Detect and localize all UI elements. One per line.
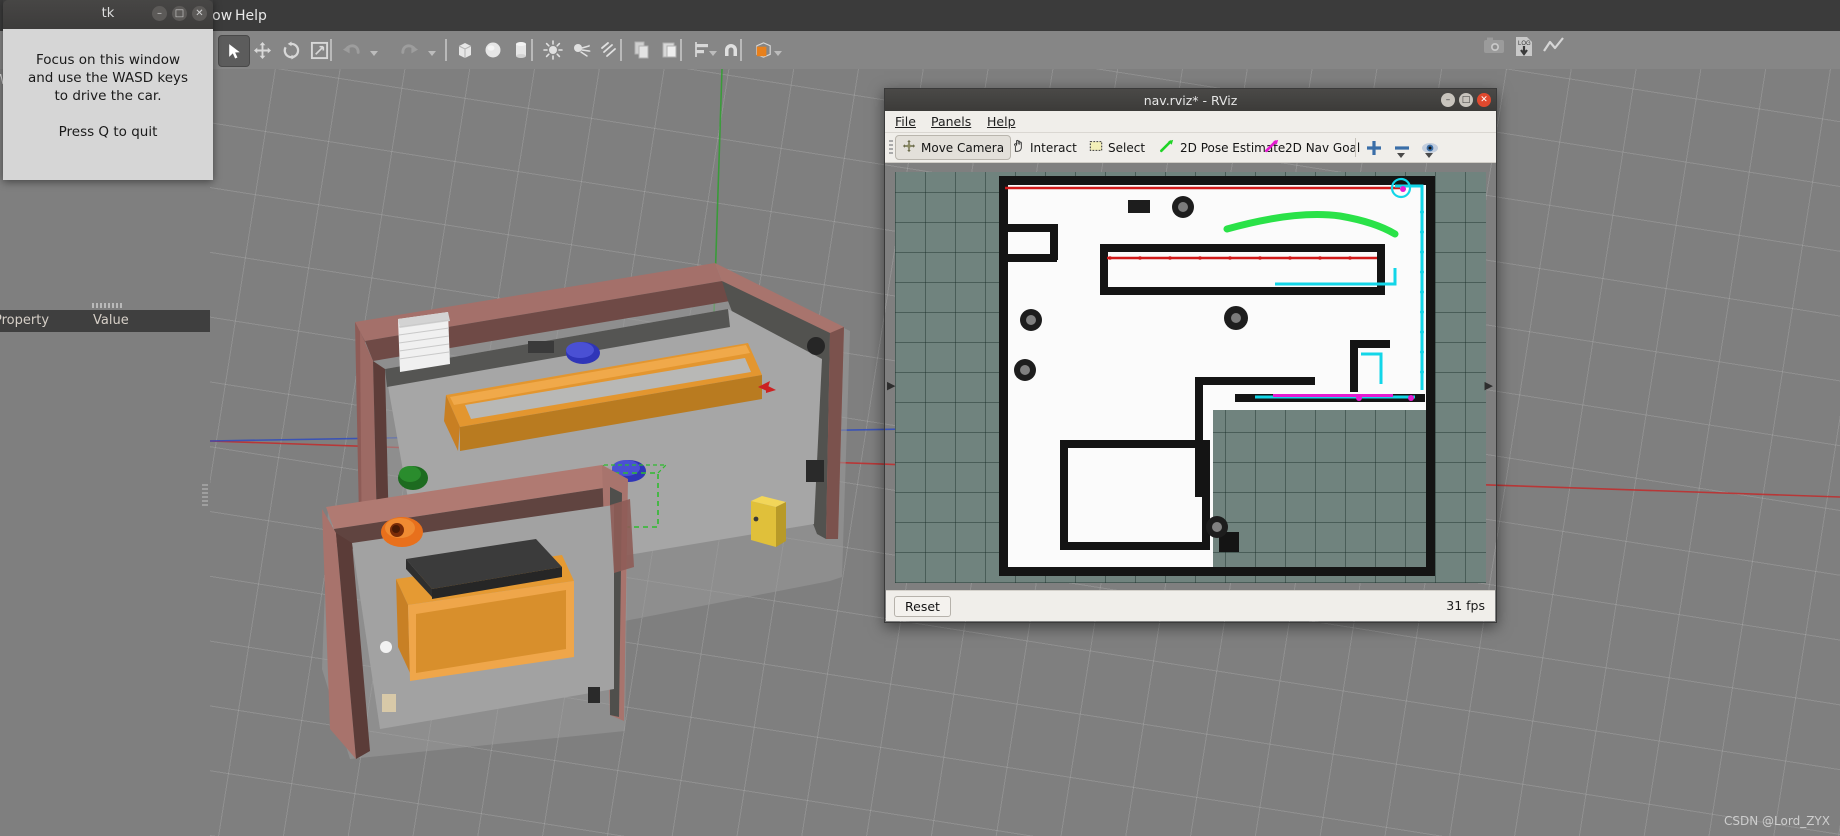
tool-2d-nav-goal-label: 2D Nav Goal [1285, 140, 1361, 155]
toolbar-drag-handle[interactable] [889, 140, 893, 156]
publish-point-icon[interactable] [1420, 138, 1440, 162]
toolbar-divider-6 [740, 39, 742, 61]
minimize-button[interactable]: – [1441, 93, 1455, 107]
toolbar-divider-1 [330, 39, 332, 61]
left-panel-expand-arrow[interactable]: ▶ [887, 379, 895, 392]
tool-interact-label: Interact [1030, 140, 1077, 155]
toolbar-divider-5 [680, 39, 682, 61]
rviz-menubar: File Panels Help [885, 111, 1496, 133]
tk-titlebar[interactable]: tk – □ ✕ [3, 0, 213, 29]
gazebo-toolbar: LOG [0, 31, 1840, 70]
rviz-menu-file[interactable]: File [895, 114, 916, 129]
gazebo-menu-help[interactable]: Help [228, 6, 274, 26]
rviz-statusbar: Reset 31 fps [886, 590, 1495, 621]
tool-select-label: Select [1108, 140, 1146, 155]
minimize-button[interactable]: – [152, 6, 167, 21]
toolbar-divider-4 [620, 39, 622, 61]
tk-line-1: Focus on this window [35, 52, 181, 68]
align-icon[interactable] [688, 35, 718, 65]
rotate-mode-icon[interactable] [276, 35, 306, 65]
spot-light-icon[interactable] [566, 35, 596, 65]
toolbar-divider-3 [531, 39, 533, 61]
view-angle-dropdown-caret[interactable] [774, 51, 782, 56]
gazebo-menubar: Edit Camera View Window Help [0, 0, 1840, 31]
tk-line-2: and use the WASD keys [27, 70, 189, 87]
measure-dropdown-caret[interactable] [1397, 153, 1405, 158]
select-mode-icon[interactable] [218, 35, 250, 67]
toolbar-divider [1355, 138, 1356, 157]
toolbar-divider-2 [445, 39, 447, 61]
close-button[interactable]: ✕ [192, 6, 207, 21]
rviz-menu-panels[interactable]: Panels [931, 114, 971, 129]
rviz-menu-help[interactable]: Help [987, 114, 1016, 129]
reset-button[interactable]: Reset [894, 596, 951, 617]
tk-window-controls: – □ ✕ [152, 6, 207, 21]
copy-icon[interactable] [627, 35, 657, 65]
undo-dropdown-caret[interactable] [370, 51, 378, 56]
rviz-toolbar: Move Camera Interact Select 2D Pose Esti… [885, 133, 1496, 163]
undo-icon[interactable] [336, 35, 366, 65]
occupancy-map [999, 176, 1435, 576]
publish-point-dropdown-caret[interactable] [1425, 153, 1433, 158]
panel-resize-handle[interactable] [202, 484, 208, 506]
insert-sphere-icon[interactable] [478, 35, 508, 65]
right-panel-expand-arrow[interactable]: ▶ [1485, 379, 1493, 392]
insert-box-icon[interactable] [450, 35, 480, 65]
property-value-header: Property Value [0, 310, 210, 332]
tk-instructions: Focus on this window and use the WASD ke… [3, 29, 213, 180]
tool-move-camera[interactable]: Move Camera [895, 135, 1012, 160]
focus-camera-icon[interactable] [1364, 138, 1384, 162]
magenta-arrow-icon [1264, 139, 1280, 156]
tool-interact[interactable]: Interact [1005, 136, 1083, 159]
rviz-3d-canvas[interactable] [895, 172, 1486, 583]
log-record-icon[interactable]: LOG [1512, 35, 1536, 65]
tool-select[interactable]: Select [1083, 136, 1151, 159]
gazebo-left-panel: World Property Value [0, 69, 210, 836]
move-camera-icon [902, 139, 916, 156]
tk-line-3: to drive the car. [54, 88, 162, 105]
plot-icon[interactable] [1542, 35, 1566, 65]
rviz-window-controls: – □ ✕ [1441, 93, 1491, 107]
rviz-window-title: nav.rviz* - RViz [1143, 93, 1238, 108]
maximize-button[interactable]: □ [1459, 93, 1473, 107]
view-angle-icon[interactable] [748, 35, 778, 65]
tk-teleop-window[interactable]: tk – □ ✕ Focus on this window and use th… [3, 0, 213, 180]
measure-icon[interactable] [1392, 138, 1412, 162]
panel-splitter-grip[interactable] [92, 303, 122, 308]
watermark: CSDN @Lord_ZYX [1724, 814, 1830, 828]
tool-move-camera-label: Move Camera [921, 140, 1005, 155]
tool-2d-nav-goal[interactable]: 2D Nav Goal [1258, 136, 1366, 159]
point-light-icon[interactable] [538, 35, 568, 65]
rviz-titlebar[interactable]: nav.rviz* - RViz – □ ✕ [885, 89, 1496, 111]
green-arrow-icon [1159, 139, 1175, 156]
redo-dropdown-caret[interactable] [428, 51, 436, 56]
screenshot-icon[interactable] [1482, 35, 1506, 65]
redo-icon[interactable] [394, 35, 424, 65]
value-column-header: Value [93, 313, 129, 328]
fps-indicator: 31 fps [1446, 598, 1485, 613]
rviz-window[interactable]: nav.rviz* - RViz – □ ✕ File Panels Help … [884, 88, 1497, 623]
hand-icon [1011, 139, 1025, 156]
maximize-button[interactable]: □ [172, 6, 187, 21]
close-button[interactable]: ✕ [1477, 93, 1491, 107]
property-column-header: Property [0, 313, 50, 328]
tk-line-4: Press Q to quit [58, 123, 158, 140]
room-lower [322, 465, 628, 759]
translate-mode-icon[interactable] [247, 35, 277, 65]
selection-box-icon [1089, 139, 1103, 156]
